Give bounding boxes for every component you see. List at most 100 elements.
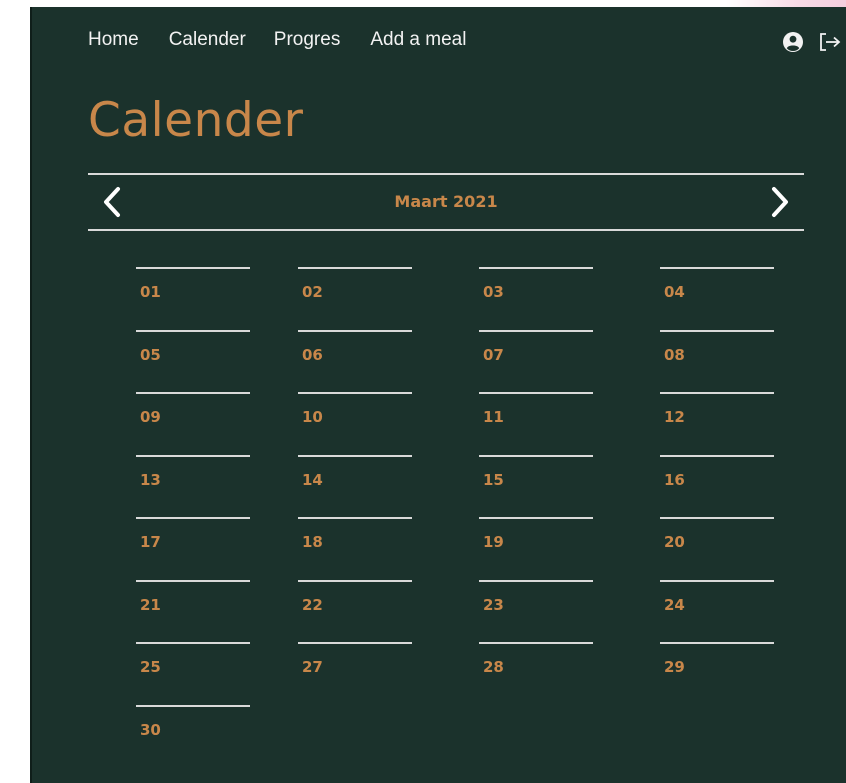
day-number: 12 bbox=[664, 408, 685, 426]
day-cell[interactable]: 02 bbox=[298, 267, 412, 323]
day-divider bbox=[660, 579, 774, 582]
day-number: 11 bbox=[483, 408, 504, 426]
day-cell[interactable]: 13 bbox=[136, 454, 250, 511]
day-cell[interactable]: 20 bbox=[660, 517, 774, 573]
day-cell[interactable]: 21 bbox=[136, 579, 250, 636]
day-number: 17 bbox=[140, 533, 161, 551]
day-cell[interactable]: 04 bbox=[660, 267, 774, 323]
day-cell[interactable]: 16 bbox=[660, 454, 774, 511]
day-divider bbox=[660, 454, 774, 457]
nav-link-calender[interactable]: Calender bbox=[169, 29, 246, 51]
nav-link-home[interactable]: Home bbox=[88, 29, 139, 51]
nav-link-progres[interactable]: Progres bbox=[274, 29, 341, 51]
day-number: 06 bbox=[302, 345, 323, 364]
day-divider bbox=[479, 267, 593, 269]
page-title: Calender bbox=[88, 93, 304, 148]
day-divider bbox=[479, 454, 593, 457]
day-divider bbox=[136, 392, 250, 394]
chevron-right-icon[interactable] bbox=[764, 185, 794, 219]
day-cell[interactable]: 08 bbox=[660, 329, 774, 386]
day-cell[interactable]: 23 bbox=[479, 579, 593, 636]
day-number: 10 bbox=[302, 408, 323, 426]
day-divider bbox=[298, 642, 412, 644]
day-divider bbox=[479, 579, 593, 582]
day-cell[interactable]: 30 bbox=[136, 704, 250, 761]
day-number: 27 bbox=[302, 658, 323, 676]
day-divider bbox=[660, 517, 774, 519]
day-divider bbox=[298, 392, 412, 394]
day-divider bbox=[479, 392, 593, 394]
day-cell[interactable]: 29 bbox=[660, 642, 774, 698]
top-nav: Home Calender Progres Add a meal bbox=[88, 29, 496, 51]
day-divider bbox=[136, 517, 250, 519]
day-divider bbox=[298, 267, 412, 269]
day-cell[interactable]: 10 bbox=[298, 392, 412, 448]
day-divider bbox=[479, 329, 593, 332]
day-cell[interactable]: 11 bbox=[479, 392, 593, 448]
day-cell[interactable]: 27 bbox=[298, 642, 412, 698]
month-label: Maart 2021 bbox=[394, 192, 498, 211]
day-cell[interactable]: 19 bbox=[479, 517, 593, 573]
logout-icon[interactable] bbox=[818, 31, 842, 53]
day-cell[interactable]: 14 bbox=[298, 454, 412, 511]
app-window: Home Calender Progres Add a meal Calende… bbox=[30, 7, 846, 783]
nav-actions bbox=[782, 31, 842, 53]
day-divider bbox=[298, 579, 412, 582]
day-number: 29 bbox=[664, 658, 685, 676]
day-cell[interactable]: 18 bbox=[298, 517, 412, 573]
day-divider bbox=[660, 267, 774, 269]
day-number: 09 bbox=[140, 408, 161, 426]
day-cell[interactable]: 15 bbox=[479, 454, 593, 511]
month-navigator: Maart 2021 bbox=[88, 173, 804, 231]
day-number: 20 bbox=[664, 533, 685, 551]
day-cell[interactable]: 07 bbox=[479, 329, 593, 386]
day-cell[interactable]: 24 bbox=[660, 579, 774, 636]
day-divider bbox=[136, 704, 250, 707]
day-number: 25 bbox=[140, 658, 161, 676]
day-number: 05 bbox=[140, 345, 161, 364]
screenshot-frame: Home Calender Progres Add a meal Calende… bbox=[0, 0, 846, 783]
day-cell[interactable]: 01 bbox=[136, 267, 250, 323]
day-number: 21 bbox=[140, 595, 161, 614]
user-circle-icon[interactable] bbox=[782, 31, 804, 53]
day-cell[interactable]: 03 bbox=[479, 267, 593, 323]
day-cell[interactable]: 12 bbox=[660, 392, 774, 448]
day-number: 18 bbox=[302, 533, 323, 551]
day-number: 15 bbox=[483, 470, 504, 489]
day-divider bbox=[660, 392, 774, 394]
day-divider bbox=[136, 329, 250, 332]
day-number: 01 bbox=[140, 283, 161, 301]
day-cell[interactable]: 09 bbox=[136, 392, 250, 448]
day-number: 13 bbox=[140, 470, 161, 489]
day-number: 30 bbox=[140, 720, 161, 739]
day-divider bbox=[136, 267, 250, 269]
day-number: 14 bbox=[302, 470, 323, 489]
day-divider bbox=[479, 642, 593, 644]
day-cell[interactable]: 17 bbox=[136, 517, 250, 573]
day-cell[interactable]: 06 bbox=[298, 329, 412, 386]
day-number: 02 bbox=[302, 283, 323, 301]
day-number: 22 bbox=[302, 595, 323, 614]
day-number: 28 bbox=[483, 658, 504, 676]
day-divider bbox=[298, 329, 412, 332]
day-number: 19 bbox=[483, 533, 504, 551]
day-divider bbox=[479, 517, 593, 519]
day-divider bbox=[136, 454, 250, 457]
day-number: 24 bbox=[664, 595, 685, 614]
nav-link-add-a-meal[interactable]: Add a meal bbox=[370, 29, 466, 51]
day-cell[interactable]: 28 bbox=[479, 642, 593, 698]
day-cell[interactable]: 22 bbox=[298, 579, 412, 636]
day-divider bbox=[298, 517, 412, 519]
day-number: 16 bbox=[664, 470, 685, 489]
day-divider bbox=[298, 454, 412, 457]
day-divider bbox=[136, 579, 250, 582]
day-divider bbox=[136, 642, 250, 644]
day-cell[interactable]: 25 bbox=[136, 642, 250, 698]
day-number: 08 bbox=[664, 345, 685, 364]
day-divider bbox=[660, 329, 774, 332]
day-number: 03 bbox=[483, 283, 504, 301]
day-cell[interactable]: 05 bbox=[136, 329, 250, 386]
day-divider bbox=[660, 642, 774, 644]
day-number: 07 bbox=[483, 345, 504, 364]
day-number: 23 bbox=[483, 595, 504, 614]
